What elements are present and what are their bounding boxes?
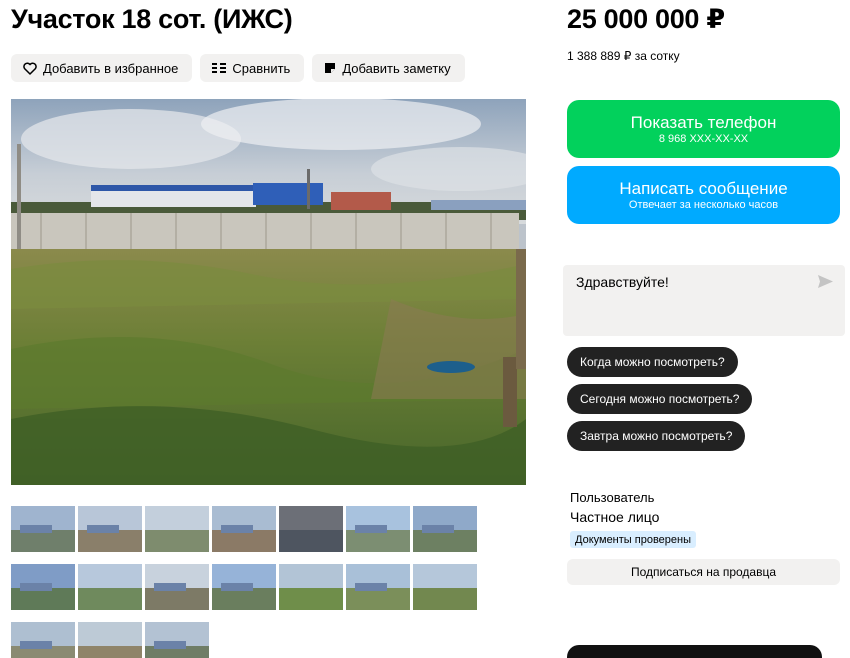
photo-thumbnail[interactable] [145, 506, 209, 552]
show-phone-button[interactable]: Показать телефон 8 968 XXX-XX-XX [567, 100, 840, 158]
thumbnail-building [354, 525, 387, 533]
photo-thumbnail[interactable] [11, 506, 75, 552]
photo-thumbnail[interactable] [212, 564, 276, 610]
thumbnail-ground [413, 529, 477, 552]
seller-role: Пользователь [570, 490, 655, 505]
add-to-favorites-button[interactable]: Добавить в избранное [11, 54, 193, 82]
photo-thumbnail[interactable] [78, 622, 142, 658]
compare-label: Сравнить [232, 60, 291, 76]
thumbnail-ground [279, 529, 343, 552]
photo-thumbnail[interactable] [78, 564, 142, 610]
thumbnail-building [153, 641, 186, 649]
note-icon [324, 62, 336, 74]
thumbnail-building [86, 525, 119, 533]
thumbnail-ground [413, 587, 477, 610]
thumbnail-ground [78, 587, 142, 610]
thumbnail-sky [413, 564, 477, 588]
photo-thumbnail[interactable] [346, 564, 410, 610]
thumbnail-building [220, 525, 253, 533]
thumbnail-sky [279, 564, 343, 588]
compare-button[interactable]: Сравнить [200, 54, 305, 82]
price-per-unit: 1 388 889 ₽ за сотку [567, 49, 680, 63]
main-listing-photo[interactable] [11, 99, 526, 485]
message-draft-text: Здравствуйте! [576, 274, 669, 290]
thumbnail-sky [145, 506, 209, 530]
photo-thumbnail[interactable] [413, 506, 477, 552]
listing-price: 25 000 000 ₽ [567, 4, 725, 34]
compare-icon [212, 62, 227, 74]
photo-thumbnail[interactable] [279, 506, 343, 552]
quick-reply-button[interactable]: Когда можно посмотреть? [567, 347, 738, 377]
thumbnail-building [220, 583, 253, 591]
add-note-button[interactable]: Добавить заметку [312, 54, 465, 82]
photo-thumbnail[interactable] [145, 622, 209, 658]
add-to-favorites-label: Добавить в избранное [43, 60, 179, 76]
listing-actions: Добавить в избранное Сравнить Добавить з… [11, 54, 465, 82]
seller-type: Частное лицо [570, 509, 660, 525]
thumbnail-sky [78, 564, 142, 588]
heart-icon [23, 62, 37, 75]
phone-masked: 8 968 XXX-XX-XX [658, 132, 749, 145]
photo-thumbnail[interactable] [145, 564, 209, 610]
thumbnail-building [153, 583, 186, 591]
listing-title: Участок 18 сот. (ИЖС) [11, 4, 293, 34]
thumbnail-ground [145, 529, 209, 552]
documents-verified-badge: Документы проверены [570, 531, 697, 548]
photo-thumbnail[interactable] [413, 564, 477, 610]
thumbnail-ground [11, 587, 75, 610]
thumbnail-building [19, 583, 52, 591]
thumbnail-ground [78, 645, 142, 658]
thumbnail-building [19, 525, 52, 533]
write-message-button[interactable]: Написать сообщение Отвечает за несколько… [567, 166, 840, 224]
thumbnail-building [354, 583, 387, 591]
thumbnail-ground [145, 587, 209, 610]
show-phone-label: Показать телефон [630, 112, 777, 132]
add-note-label: Добавить заметку [342, 60, 451, 76]
bottom-action-button[interactable] [567, 645, 822, 658]
thumbnail-ground [279, 587, 343, 610]
thumbnail-ground [346, 529, 410, 552]
thumbnail-building [19, 641, 52, 649]
photo-thumbnails [11, 506, 481, 658]
send-icon[interactable] [818, 275, 833, 293]
photo-thumbnail[interactable] [346, 506, 410, 552]
quick-reply-button[interactable]: Завтра можно посмотреть? [567, 421, 746, 451]
thumbnail-ground [11, 529, 75, 552]
message-input[interactable]: Здравствуйте! [563, 265, 845, 336]
thumbnail-ground [346, 587, 410, 610]
quick-reply-button[interactable]: Сегодня можно посмотреть? [567, 384, 753, 414]
photo-thumbnail[interactable] [212, 506, 276, 552]
thumbnail-ground [212, 587, 276, 610]
subscribe-seller-button[interactable]: Подписаться на продавца [567, 559, 840, 585]
thumbnail-building [421, 525, 454, 533]
photo-thumbnail[interactable] [11, 564, 75, 610]
reply-time-label: Отвечает за несколько часов [628, 198, 779, 211]
thumbnail-sky [78, 622, 142, 646]
thumbnail-ground [212, 529, 276, 552]
photo-thumbnail[interactable] [11, 622, 75, 658]
photo-thumbnail[interactable] [78, 506, 142, 552]
thumbnail-ground [78, 529, 142, 552]
photo-thumbnail[interactable] [279, 564, 343, 610]
write-message-label: Написать сообщение [619, 178, 788, 198]
thumbnail-sky [279, 506, 343, 530]
